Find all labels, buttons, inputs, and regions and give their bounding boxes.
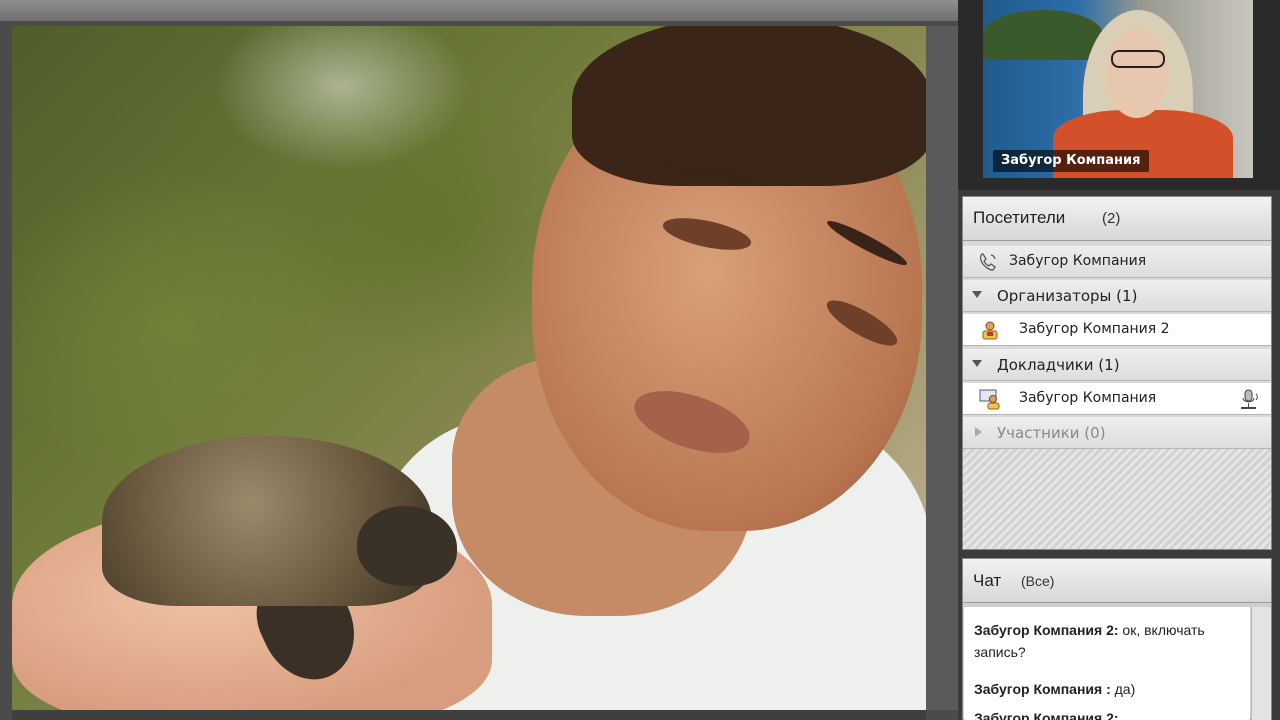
attendees-pod-header[interactable]: Посетители (2) (963, 197, 1271, 241)
chat-filter[interactable]: (Все) (1021, 573, 1054, 589)
presenter-user-icon (979, 388, 1001, 410)
chat-message-author: Забугор Компания 2: (974, 710, 1119, 720)
share-pod-bottom-bar (12, 710, 926, 720)
group-participants[interactable]: Участники (0) (963, 417, 1271, 449)
group-hosts[interactable]: Организаторы (1) (963, 280, 1271, 312)
webcam-name-label: Забугор Компания (993, 150, 1149, 172)
photo-turtle-head (357, 506, 457, 586)
share-pod-titlebar (0, 0, 958, 22)
group-label: Участники (0) (997, 424, 1106, 442)
chat-pod-header[interactable]: Чат (Все) (963, 559, 1271, 603)
attendee-name: Забугор Компания 2 (1019, 321, 1170, 337)
triangle-right-icon (975, 427, 982, 437)
chat-messages[interactable]: Забугор Компания 2: ок, включать запись?… (964, 607, 1250, 720)
chat-pod: Чат (Все) Забугор Компания 2: ок, включа… (962, 558, 1272, 720)
attendees-pod: Посетители (2) Забугор Компания Организа… (962, 196, 1272, 550)
share-pod-gutter (926, 26, 958, 710)
attendees-title: Посетители (973, 208, 1066, 227)
group-label: Организаторы (1) (997, 287, 1138, 305)
attendees-count: (2) (1102, 210, 1121, 227)
chat-message-text: да) (1110, 681, 1136, 697)
phone-icon (977, 251, 999, 273)
chat-title: Чат (973, 571, 1002, 590)
webcam-background-scene (983, 10, 1103, 60)
triangle-down-icon (972, 360, 982, 367)
group-label: Докладчики (1) (997, 356, 1120, 374)
chat-scrollbar[interactable] (1251, 607, 1271, 720)
chat-message-partial: Забугор Компания 2: (974, 707, 1244, 720)
webcam-person-face (1105, 28, 1169, 118)
chat-message: Забугор Компания : да) (974, 678, 1244, 700)
chat-message-author: Забугор Компания 2: (974, 622, 1119, 638)
chat-message: Забугор Компания 2: ок, включать запись? (974, 619, 1244, 663)
attendees-empty-area (963, 449, 1271, 549)
microphone-icon[interactable] (1239, 388, 1261, 410)
webcam-person-glasses (1111, 50, 1165, 68)
attendee-name: Забугор Компания (1019, 390, 1157, 406)
share-pod (0, 22, 958, 720)
shared-image (12, 26, 926, 710)
attendee-row-phone[interactable]: Забугор Компания (963, 246, 1271, 278)
chat-message-author: Забугор Компания : (974, 681, 1111, 697)
attendee-row-host[interactable]: Забугор Компания 2 (963, 314, 1271, 346)
host-user-icon (979, 319, 1001, 341)
attendee-row-presenter[interactable]: Забугор Компания (963, 383, 1271, 415)
photo-hair (572, 26, 926, 186)
attendee-name: Забугор Компания (1009, 253, 1147, 269)
app-window: Забугор Компания Посетители (2) Забугор … (0, 0, 1280, 720)
group-presenters[interactable]: Докладчики (1) (963, 349, 1271, 381)
triangle-down-icon (972, 291, 982, 298)
